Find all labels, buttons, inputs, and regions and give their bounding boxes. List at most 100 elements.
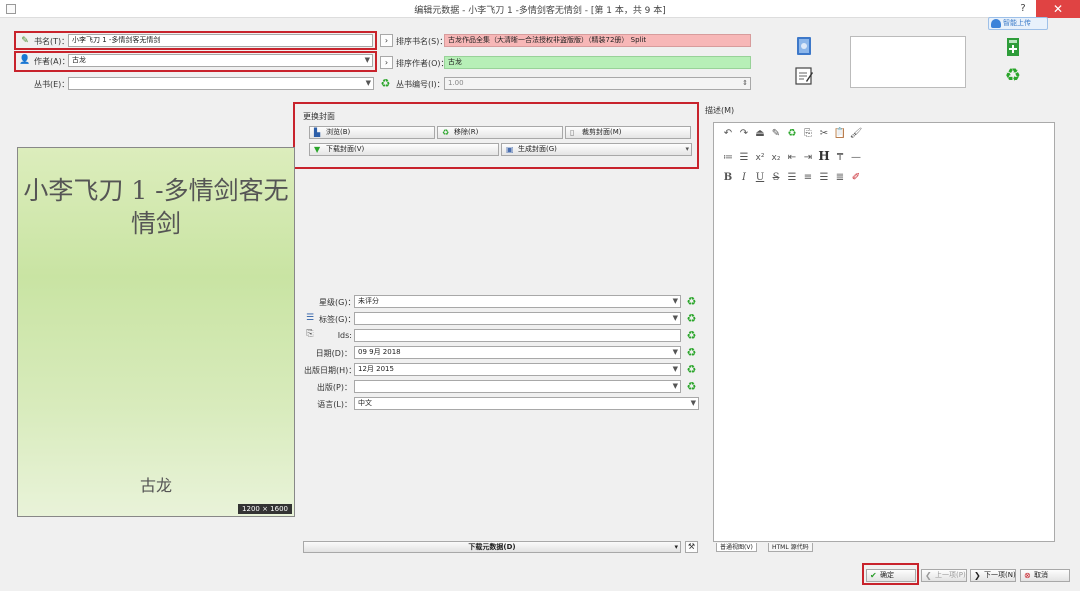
ok-button[interactable]: ✔ 确定 xyxy=(866,569,916,582)
cut-icon[interactable]: ✂ xyxy=(816,127,832,141)
download-cover-button[interactable]: ▼ 下载封面(V) xyxy=(309,143,499,156)
strikethrough-icon[interactable]: S xyxy=(768,171,784,185)
trim-cover-button[interactable]: ▯ 裁剪封面(M) xyxy=(565,126,691,139)
tags-input[interactable]: ▼ xyxy=(354,312,681,325)
text-color-icon[interactable]: ₸ xyxy=(832,151,848,165)
editor-toolbar-row-2: ≔ ☰ x² x₂ ⇤ ⇥ H ₸ — xyxy=(720,149,864,163)
help-button[interactable]: ? xyxy=(1012,0,1034,18)
comments-editor[interactable]: ↶ ↷ ⏏ ✎ ♻ ⎘ ✂ 📋 🖌 ≔ ☰ x² x₂ ⇤ ⇥ H ₸ — B I U S ☰ ≡ ☰ ≣ ✐ xyxy=(713,122,1055,542)
download-metadata-button[interactable]: 下载元数据(D) ▾ xyxy=(303,541,681,553)
undo-icon[interactable]: ↶ xyxy=(720,127,736,141)
ordered-list-icon[interactable]: ≔ xyxy=(720,151,736,165)
clear-rating-icon[interactable]: ♻ xyxy=(685,295,698,308)
remove-format-icon[interactable]: ♻ xyxy=(1003,66,1023,86)
clear-ids-icon[interactable]: ♻ xyxy=(685,329,698,342)
pubdate-input[interactable]: 12月 2015 ▼ xyxy=(354,363,681,376)
cloud-icon xyxy=(991,19,1001,28)
heading-icon[interactable]: H xyxy=(816,149,832,163)
checkmark-icon: ✔ xyxy=(870,571,877,580)
rating-select[interactable]: 未评分 ▼ xyxy=(354,295,681,308)
clear-publisher-icon[interactable]: ♻ xyxy=(685,380,698,393)
chevron-down-icon: ▼ xyxy=(365,79,371,87)
author-sort-input[interactable]: 古龙 xyxy=(444,56,751,69)
add-format-icon[interactable] xyxy=(1003,37,1023,57)
align-left-icon[interactable]: ☰ xyxy=(784,171,800,185)
chevron-left-icon: ❮ xyxy=(925,571,932,580)
series-index-label: 丛书编号(I)： xyxy=(396,80,445,89)
chevron-down-icon: ▼ xyxy=(672,297,678,305)
generate-cover-button[interactable]: ▣ 生成封面(G) ▾ xyxy=(501,143,692,156)
cancel-label: 取消 xyxy=(1034,571,1048,579)
language-select[interactable]: 中文 ▼ xyxy=(354,397,699,410)
rating-label: 星级(G)： xyxy=(319,298,356,307)
pubdate-label: 出版日期(H)： xyxy=(304,366,357,375)
align-center-icon[interactable]: ≡ xyxy=(800,171,816,185)
book-cover-icon[interactable] xyxy=(794,36,814,56)
cancel-button[interactable]: ⊗ 取消 xyxy=(1020,569,1070,582)
align-right-icon[interactable]: ☰ xyxy=(816,171,832,185)
recycle-icon: ♻ xyxy=(442,128,450,137)
spinner-icon: ⇕ xyxy=(742,79,748,87)
edit-document-icon[interactable] xyxy=(794,66,814,86)
cloud-upload-badge[interactable]: 智能上传 xyxy=(988,17,1048,30)
language-value: 中文 xyxy=(358,399,372,407)
tab-normal-view[interactable]: 普通视图(V) xyxy=(716,543,757,552)
remove-cover-button[interactable]: ♻ 移除(R) xyxy=(437,126,563,139)
cover-size-badge: 1200 × 1600 xyxy=(238,504,292,514)
clear-pubdate-icon[interactable]: ♻ xyxy=(685,363,698,376)
cancel-icon: ⊗ xyxy=(1024,571,1031,580)
chevron-down-icon: ▼ xyxy=(672,314,678,322)
swap-title-button[interactable]: › xyxy=(380,34,393,47)
date-label: 日期(D)： xyxy=(315,349,352,358)
underline-icon[interactable]: U xyxy=(752,171,768,185)
clear-tags-icon[interactable]: ♻ xyxy=(685,312,698,325)
superscript-icon[interactable]: x² xyxy=(752,151,768,165)
paste-ids-icon[interactable]: ⎘ xyxy=(304,328,316,340)
remove-format-icon[interactable]: ⏏ xyxy=(752,127,768,141)
clear-date-icon[interactable]: ♻ xyxy=(685,346,698,359)
folder-icon: ▙ xyxy=(314,128,321,137)
prev-button[interactable]: ❮ 上一项(P) xyxy=(921,569,967,582)
publisher-input[interactable]: ▼ xyxy=(354,380,681,393)
browse-cover-button[interactable]: ▙ 浏览(B) xyxy=(309,126,435,139)
editor-toolbar-row-3: B I U S ☰ ≡ ☰ ≣ ✐ xyxy=(720,171,864,185)
subscript-icon[interactable]: x₂ xyxy=(768,151,784,165)
remove-cover-label: 移除(R) xyxy=(454,128,479,136)
date-input[interactable]: 09 9月 2018 ▼ xyxy=(354,346,681,359)
cover-author: 古龙 xyxy=(139,476,172,495)
rating-value: 未评分 xyxy=(358,297,379,305)
tag-list-icon[interactable]: ☰ xyxy=(304,312,316,324)
document-icon: ▯ xyxy=(570,128,575,137)
chevron-down-icon: ▾ xyxy=(674,543,678,551)
format-thumbnail xyxy=(850,36,966,88)
configure-download-icon[interactable]: ⚒ xyxy=(685,541,698,553)
unordered-list-icon[interactable]: ☰ xyxy=(736,151,752,165)
bold-icon[interactable]: B xyxy=(720,171,736,185)
brush-icon[interactable]: 🖌 xyxy=(848,127,864,141)
italic-icon[interactable]: I xyxy=(736,171,752,185)
paint-icon[interactable]: ✐ xyxy=(848,171,864,185)
align-justify-icon[interactable]: ≣ xyxy=(832,171,848,185)
clear-icon[interactable]: ♻ xyxy=(784,127,800,141)
ids-input[interactable] xyxy=(354,329,681,342)
redo-icon[interactable]: ↷ xyxy=(736,127,752,141)
clear-series-icon[interactable]: ♻ xyxy=(379,77,392,90)
horizontal-rule-icon[interactable]: — xyxy=(848,151,864,165)
outdent-icon[interactable]: ⇤ xyxy=(784,151,800,165)
next-button[interactable]: ❯ 下一项(N) xyxy=(970,569,1016,582)
chevron-right-icon: ❯ xyxy=(974,571,981,580)
close-window-button[interactable]: ✕ xyxy=(1036,0,1080,18)
tags-label: 标签(G)： xyxy=(319,315,356,324)
highlight-icon[interactable]: ✎ xyxy=(768,127,784,141)
copy-icon[interactable]: ⎘ xyxy=(800,127,816,141)
swap-author-button[interactable]: › xyxy=(380,56,393,69)
title-highlight xyxy=(14,31,377,50)
series-input[interactable]: ▼ xyxy=(68,77,374,90)
series-label: 丛书(E)： xyxy=(34,80,70,89)
title-sort-input[interactable]: 古龙作品全集（大清晰一合法授权非盗版版）（精装72册） Split xyxy=(444,34,751,47)
chevron-down-icon: ▾ xyxy=(685,145,689,153)
indent-icon[interactable]: ⇥ xyxy=(800,151,816,165)
tab-html-source[interactable]: HTML 源代码 xyxy=(768,543,813,552)
paste-icon[interactable]: 📋 xyxy=(832,127,848,141)
series-index-input[interactable]: 1.00 ⇕ xyxy=(444,77,751,90)
